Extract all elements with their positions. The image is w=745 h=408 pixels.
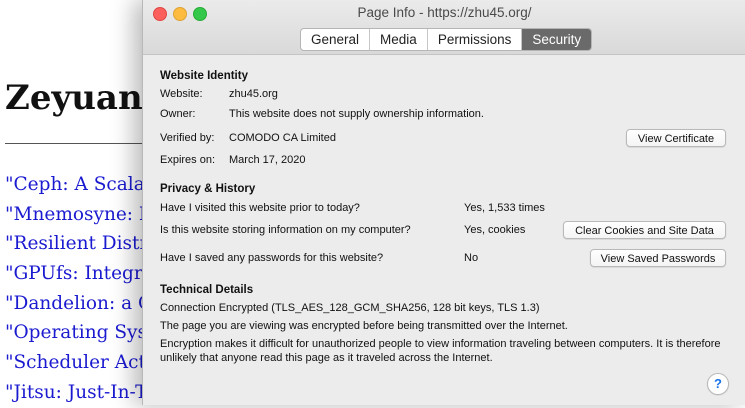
tab-general[interactable]: General (301, 29, 371, 50)
view-certificate-button[interactable]: View Certificate (626, 129, 726, 147)
technical-details-heading: Technical Details (160, 284, 254, 296)
verified-by-value: COMODO CA Limited (229, 132, 336, 144)
publication-link[interactable]: "Scheduler Act (5, 348, 154, 378)
tab-bar: General Media Permissions Security (300, 28, 593, 51)
publication-link[interactable]: "Mnemosyne: I (5, 200, 154, 230)
passwords-answer: No (464, 252, 479, 264)
website-label: Website: (160, 88, 203, 100)
storing-question: Is this website storing information on m… (160, 224, 411, 236)
view-saved-passwords-button[interactable]: View Saved Passwords (590, 249, 726, 267)
help-button[interactable]: ? (707, 373, 729, 395)
visited-question: Have I visited this website prior to tod… (160, 202, 360, 214)
publication-link[interactable]: "Jitsu: Just-In-T (5, 378, 154, 408)
passwords-question: Have I saved any passwords for this webs… (160, 252, 384, 264)
tab-security[interactable]: Security (522, 29, 592, 50)
storing-answer: Yes, cookies (464, 224, 526, 236)
page-info-window: Page Info - https://zhu45.org/ General M… (142, 0, 745, 405)
publication-link[interactable]: "GPUfs: Integra (5, 259, 154, 289)
publication-link[interactable]: "Resilient Distr (5, 229, 154, 259)
verified-by-label: Verified by: (160, 132, 215, 144)
window-title: Page Info - https://zhu45.org/ (357, 5, 532, 20)
encryption-note: The page you are viewing was encrypted b… (160, 320, 568, 332)
tab-permissions[interactable]: Permissions (428, 29, 523, 50)
owner-value: This website does not supply ownership i… (229, 108, 484, 120)
window-titlebar: Page Info - https://zhu45.org/ General M… (143, 0, 745, 55)
visited-answer: Yes, 1,533 times (464, 202, 545, 214)
publication-link[interactable]: "Operating Sys (5, 318, 154, 348)
website-identity-heading: Website Identity (160, 70, 248, 82)
owner-label: Owner: (160, 108, 196, 120)
clear-cookies-button[interactable]: Clear Cookies and Site Data (563, 221, 726, 239)
publication-link[interactable]: "Dandelion: a C (5, 289, 154, 319)
heading-divider (5, 143, 145, 144)
privacy-history-heading: Privacy & History (160, 183, 256, 195)
publication-link[interactable]: "Ceph: A Scalal (5, 170, 154, 200)
tab-media[interactable]: Media (370, 29, 428, 50)
page-heading: Zeyuan (5, 78, 143, 118)
expires-label: Expires on: (160, 154, 216, 166)
security-panel: Website Identity Website: zhu45.org Owne… (143, 55, 745, 405)
encryption-explanation: Encryption makes it difficult for unauth… (160, 338, 721, 364)
website-value: zhu45.org (229, 88, 278, 100)
expires-value: March 17, 2020 (229, 154, 306, 166)
publication-list: "Ceph: A Scalal "Mnemosyne: I "Resilient… (5, 170, 154, 408)
connection-details: Connection Encrypted (TLS_AES_128_GCM_SH… (160, 302, 540, 314)
